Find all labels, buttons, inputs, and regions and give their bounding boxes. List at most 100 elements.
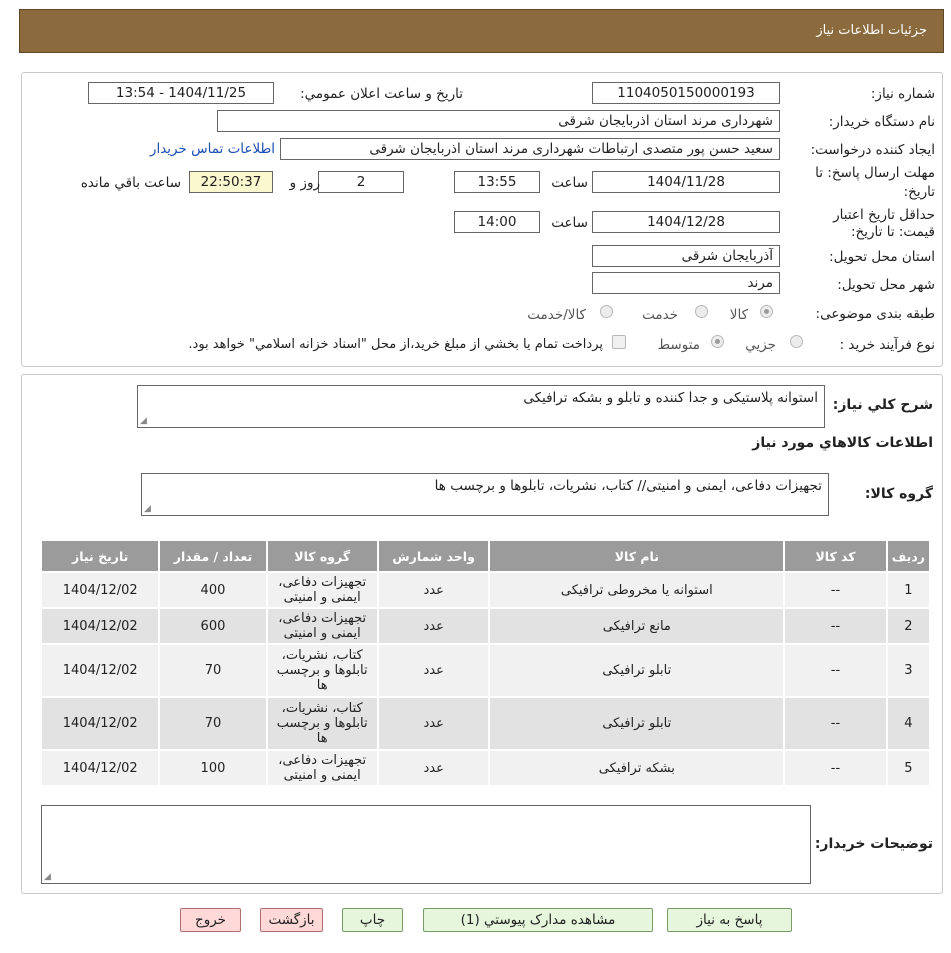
cell-row: 4 bbox=[885, 696, 932, 751]
cell-code: -- bbox=[783, 571, 888, 609]
deadline-label: مهلت ارسال پاسخ: تا bbox=[815, 165, 935, 181]
cell-code: -- bbox=[783, 643, 888, 698]
page-header: جزئيات اطلاعات نياز bbox=[19, 9, 944, 53]
process-option-minor: جزيي bbox=[745, 337, 776, 353]
cell-name: مانع ترافیکی bbox=[488, 607, 786, 645]
table-row: 5 -- بشکه ترافیکی عدد تجهیزات دفاعی، ایم… bbox=[39, 749, 932, 787]
treasury-payment-note: پرداخت تمام يا بخشي از مبلغ خريد،از محل … bbox=[188, 337, 603, 352]
cell-name: تابلو ترافیکی bbox=[488, 696, 786, 751]
cell-unit: عدد bbox=[376, 749, 491, 787]
city-field[interactable]: مرند bbox=[592, 272, 780, 294]
cell-date: 1404/12/02 bbox=[39, 696, 161, 751]
category-option-goods-service: کالا/خدمت bbox=[527, 307, 586, 323]
cell-group: کتاب، نشریات، تابلوها و برچسب ها bbox=[265, 643, 379, 698]
process-type-label: نوع فرآيند خريد : bbox=[839, 337, 935, 353]
creator-field[interactable]: سعید حسن پور متصدی ارتباطات شهرداری مرند… bbox=[280, 138, 780, 160]
category-radio-goods[interactable] bbox=[760, 305, 773, 318]
cell-code: -- bbox=[783, 607, 888, 645]
cell-qty: 100 bbox=[158, 749, 268, 787]
description-text: استوانه پلاستیکی و جدا کننده و تابلو و ب… bbox=[523, 390, 818, 406]
cell-unit: عدد bbox=[376, 607, 491, 645]
remaining-time-field[interactable]: 22:50:37 bbox=[189, 171, 273, 193]
validity-time-label: ساعت bbox=[551, 215, 588, 231]
table-row: 2 -- مانع ترافیکی عدد تجهیزات دفاعی، ایم… bbox=[39, 607, 932, 645]
remaining-label: ساعت باقي مانده bbox=[80, 175, 181, 191]
days-remaining-field[interactable]: 2 bbox=[318, 171, 404, 193]
description-textarea[interactable]: استوانه پلاستیکی و جدا کننده و تابلو و ب… bbox=[137, 385, 825, 428]
cell-unit: عدد bbox=[376, 696, 491, 751]
need-number-field[interactable]: 1104050150000193 bbox=[592, 82, 780, 104]
city-label: شهر محل تحويل: bbox=[837, 277, 935, 293]
col-header-row: رديف bbox=[885, 539, 932, 573]
resize-grip-icon[interactable]: ◢ bbox=[144, 504, 151, 514]
cell-name: تابلو ترافیکی bbox=[488, 643, 786, 698]
back-button[interactable]: بازگشت bbox=[260, 908, 323, 932]
cell-date: 1404/12/02 bbox=[39, 643, 161, 698]
cell-group: تجهیزات دفاعی، ایمنی و امنیتی bbox=[265, 607, 379, 645]
cell-name: استوانه یا مخروطی ترافیکی bbox=[488, 571, 786, 609]
buyer-notes-label: توضيحات خريدار: bbox=[814, 836, 933, 852]
table-row: 1 -- استوانه یا مخروطی ترافیکی عدد تجهیز… bbox=[39, 571, 932, 609]
view-attachments-button[interactable]: مشاهده مدارک پيوستي (1) bbox=[423, 908, 653, 932]
need-number-label: شماره نياز: bbox=[870, 86, 935, 102]
validity-date-field[interactable]: 1404/12/28 bbox=[592, 211, 780, 233]
description-label: شرح کلي نياز: bbox=[832, 397, 933, 413]
creator-label: ايجاد کننده درخواست: bbox=[810, 142, 935, 158]
resize-grip-icon[interactable]: ◢ bbox=[140, 416, 147, 426]
deadline-label-2: تاريخ: bbox=[903, 184, 935, 200]
cell-name: بشکه ترافیکی bbox=[488, 749, 786, 787]
goods-section-title: اطلاعات کالاهاي مورد نياز bbox=[752, 435, 933, 451]
announce-datetime-field[interactable]: 1404/11/25 - 13:54 bbox=[88, 82, 274, 104]
goods-group-textarea[interactable]: تجهیزات دفاعی، ایمنی و امنیتی// کتاب، نش… bbox=[141, 473, 829, 516]
cell-row: 1 bbox=[885, 571, 932, 609]
cell-unit: عدد bbox=[376, 571, 491, 609]
print-button[interactable]: چاپ bbox=[342, 908, 403, 932]
cell-qty: 70 bbox=[158, 696, 268, 751]
col-header-qty: تعداد / مقدار bbox=[158, 539, 268, 573]
cell-row: 5 bbox=[885, 749, 932, 787]
announce-label: تاريخ و ساعت اعلان عمومي: bbox=[300, 86, 463, 102]
goods-group-text: تجهیزات دفاعی، ایمنی و امنیتی// کتاب، نش… bbox=[434, 478, 822, 494]
cell-group: کتاب، نشریات، تابلوها و برچسب ها bbox=[265, 696, 379, 751]
col-header-date: تاريخ نياز bbox=[39, 539, 161, 573]
treasury-payment-checkbox[interactable] bbox=[612, 335, 626, 349]
col-header-code: کد کالا bbox=[783, 539, 888, 573]
deadline-time-field[interactable]: 13:55 bbox=[454, 171, 540, 193]
page-title: جزئيات اطلاعات نياز bbox=[816, 23, 927, 38]
cell-row: 3 bbox=[885, 643, 932, 698]
cell-unit: عدد bbox=[376, 643, 491, 698]
cell-qty: 400 bbox=[158, 571, 268, 609]
cell-group: تجهیزات دفاعی، ایمنی و امنیتی bbox=[265, 749, 379, 787]
buyer-notes-textarea[interactable]: ◢ bbox=[41, 805, 811, 884]
category-option-goods: کالا bbox=[729, 307, 748, 323]
buyer-contact-link[interactable]: اطلاعات تماس خريدار bbox=[150, 141, 275, 157]
cell-date: 1404/12/02 bbox=[39, 607, 161, 645]
process-radio-minor[interactable] bbox=[790, 335, 803, 348]
exit-button[interactable]: خروج bbox=[180, 908, 241, 932]
process-radio-medium[interactable] bbox=[711, 335, 724, 348]
category-radio-service[interactable] bbox=[695, 305, 708, 318]
goods-group-label: گروه کالا: bbox=[864, 486, 933, 502]
goods-table: رديف کد کالا نام کالا واحد شمارش گروه کا… bbox=[39, 539, 932, 787]
province-label: استان محل تحويل: bbox=[829, 249, 935, 265]
province-field[interactable]: آذربایجان شرقی bbox=[592, 245, 780, 267]
buyer-org-label: نام دستگاه خريدار: bbox=[828, 114, 935, 130]
deadline-date-field[interactable]: 1404/11/28 bbox=[592, 171, 780, 193]
table-row: 4 -- تابلو ترافیکی عدد کتاب، نشریات، تاب… bbox=[39, 696, 932, 751]
process-option-medium: متوسط bbox=[657, 337, 700, 353]
buyer-org-field[interactable]: شهرداری مرند استان اذربایجان شرقی bbox=[217, 110, 780, 132]
cell-code: -- bbox=[783, 696, 888, 751]
reply-button[interactable]: پاسخ به نياز bbox=[667, 908, 792, 932]
resize-grip-icon[interactable]: ◢ bbox=[44, 872, 51, 882]
validity-time-field[interactable]: 14:00 bbox=[454, 211, 540, 233]
goods-table-header: رديف کد کالا نام کالا واحد شمارش گروه کا… bbox=[39, 539, 932, 573]
deadline-time-label: ساعت bbox=[551, 175, 588, 191]
cell-code: -- bbox=[783, 749, 888, 787]
category-option-service: خدمت bbox=[642, 307, 678, 323]
table-row: 3 -- تابلو ترافیکی عدد کتاب، نشریات، تاب… bbox=[39, 643, 932, 698]
category-radio-goods-service[interactable] bbox=[600, 305, 613, 318]
col-header-name: نام کالا bbox=[488, 539, 786, 573]
validity-label-2: قيمت: تا تاريخ: bbox=[851, 224, 935, 240]
category-label: طبقه بندی موضوعی: bbox=[815, 306, 935, 322]
cell-date: 1404/12/02 bbox=[39, 571, 161, 609]
